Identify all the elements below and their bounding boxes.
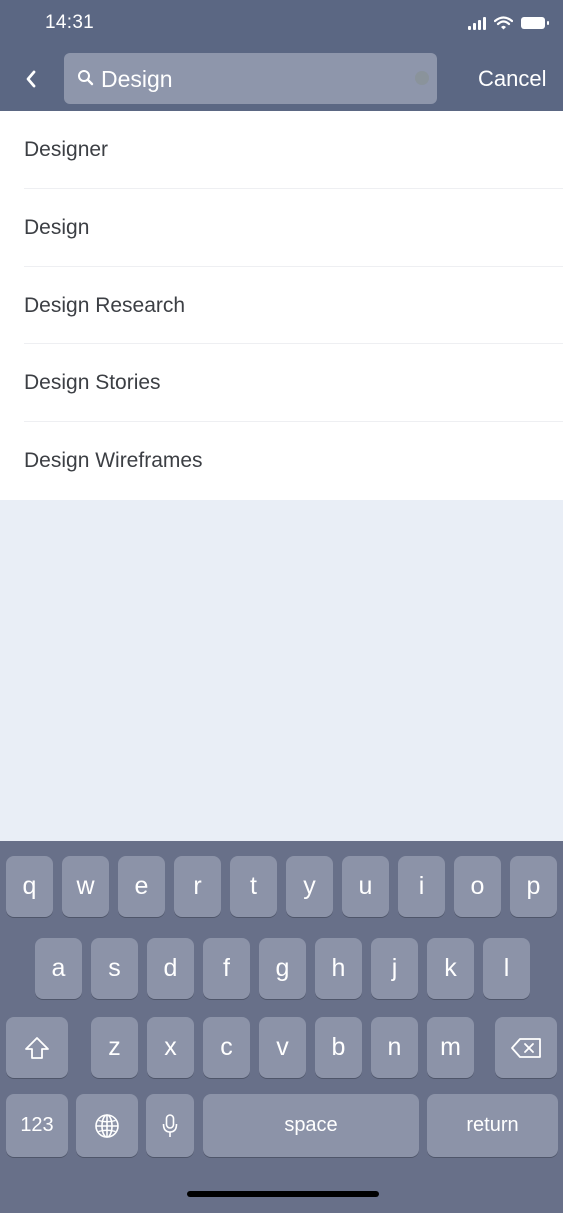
return-key[interactable]: return — [427, 1094, 558, 1157]
search-input[interactable] — [101, 64, 391, 94]
key-f[interactable]: f — [203, 938, 250, 999]
result-label: Design Stories — [24, 371, 161, 395]
status-time: 14:31 — [45, 12, 95, 33]
app-header: 14:31 Cancel — [0, 0, 563, 111]
result-item[interactable]: Design Research — [24, 267, 563, 345]
chevron-left-icon — [26, 70, 36, 88]
key-o[interactable]: o — [454, 856, 501, 917]
key-k[interactable]: k — [427, 938, 474, 999]
key-l[interactable]: l — [483, 938, 530, 999]
key-a[interactable]: a — [35, 938, 82, 999]
numbers-key[interactable]: 123 — [6, 1094, 68, 1157]
status-icons — [468, 15, 549, 31]
key-b[interactable]: b — [315, 1017, 362, 1078]
key-z[interactable]: z — [91, 1017, 138, 1078]
key-d[interactable]: d — [147, 938, 194, 999]
result-label: Design — [24, 215, 90, 239]
dictation-key[interactable] — [146, 1094, 194, 1157]
result-item[interactable]: Design Wireframes — [24, 422, 563, 500]
shift-key[interactable] — [6, 1017, 68, 1078]
search-results-list: Designer Design Design Research Design S… — [0, 111, 563, 500]
clear-search-button[interactable] — [415, 71, 429, 85]
result-item[interactable]: Design Stories — [24, 344, 563, 423]
result-label: Design Wireframes — [24, 449, 203, 473]
home-indicator — [187, 1191, 379, 1197]
key-t[interactable]: t — [230, 856, 277, 917]
microphone-icon — [162, 1113, 178, 1137]
key-u[interactable]: u — [342, 856, 389, 917]
result-item[interactable]: Designer — [24, 111, 563, 189]
backspace-icon — [511, 1037, 541, 1058]
globe-key[interactable] — [76, 1094, 138, 1157]
shift-icon — [25, 1036, 49, 1059]
key-c[interactable]: c — [203, 1017, 250, 1078]
key-y[interactable]: y — [286, 856, 333, 917]
keyboard: q w e r t y u i o p a s d f g h j k l z … — [0, 841, 563, 1213]
key-q[interactable]: q — [6, 856, 53, 917]
key-p[interactable]: p — [510, 856, 557, 917]
key-w[interactable]: w — [62, 856, 109, 917]
result-label: Design Research — [24, 293, 186, 317]
globe-icon — [95, 1113, 119, 1138]
result-label: Designer — [24, 138, 109, 161]
battery-icon — [521, 17, 549, 29]
status-bar: 14:31 — [0, 0, 563, 45]
key-n[interactable]: n — [371, 1017, 418, 1078]
wifi-icon — [494, 16, 513, 30]
space-key[interactable]: space — [203, 1094, 419, 1157]
cellular-signal-icon — [468, 16, 486, 30]
key-g[interactable]: g — [259, 938, 306, 999]
key-v[interactable]: v — [259, 1017, 306, 1078]
key-r[interactable]: r — [174, 856, 221, 917]
result-item[interactable]: Design — [24, 189, 563, 267]
key-i[interactable]: i — [398, 856, 445, 917]
search-icon — [78, 70, 94, 86]
back-button[interactable] — [18, 62, 44, 96]
key-m[interactable]: m — [427, 1017, 474, 1078]
key-s[interactable]: s — [91, 938, 138, 999]
search-field[interactable] — [64, 53, 437, 104]
cancel-button[interactable]: Cancel — [478, 66, 546, 92]
key-j[interactable]: j — [371, 938, 418, 999]
key-h[interactable]: h — [315, 938, 362, 999]
backspace-key[interactable] — [495, 1017, 557, 1078]
key-e[interactable]: e — [118, 856, 165, 917]
key-x[interactable]: x — [147, 1017, 194, 1078]
